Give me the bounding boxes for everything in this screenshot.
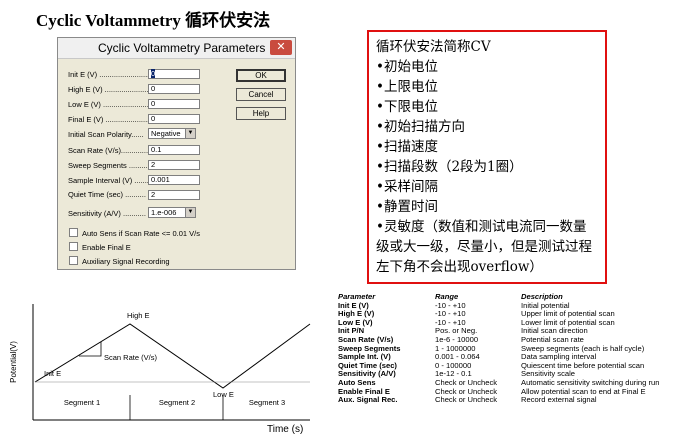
scan-rate-input[interactable]: 0.1: [148, 145, 200, 155]
sensitivity-label: Sensitivity (A/V) ...........: [68, 209, 146, 218]
sensitivity-select[interactable]: 1.e-006 ▼: [148, 207, 196, 218]
final-e-label: Final E (V) .........................: [68, 115, 158, 124]
note-item: •下限电位: [376, 99, 438, 115]
page-title: Cyclic Voltammetry 循环伏安法: [36, 11, 271, 30]
notes-box: 循环伏安法简称CV •初始电位 •上限电位 •下限电位 •初始扫描方向 •扫描速…: [367, 30, 607, 284]
help-button[interactable]: Help: [236, 107, 286, 120]
sample-interval-input[interactable]: 0.001: [148, 175, 200, 185]
note-item: •扫描段数（2段为1圈）: [376, 159, 523, 175]
sample-interval-label: Sample Interval (V) .......: [68, 176, 149, 185]
low-e-input[interactable]: 0: [148, 99, 200, 109]
segment-2-label: Segment 2: [159, 398, 195, 407]
polarity-label: Initial Scan Polarity......: [68, 130, 144, 139]
potential-time-diagram: Potential(V) High E Init E Low E Scan Ra…: [9, 304, 311, 435]
quiet-time-label: Quiet Time (sec) ..........: [68, 190, 146, 199]
quiet-time-input[interactable]: 2: [148, 190, 200, 200]
sweep-segments-label: Sweep Segments ............: [68, 161, 154, 170]
note-item: •采样间隔: [376, 179, 438, 195]
aux-signal-checkbox[interactable]: Auxiliary Signal Recording: [69, 256, 170, 266]
ok-button[interactable]: OK: [236, 69, 286, 82]
segment-3-label: Segment 3: [249, 398, 285, 407]
cv-parameters-dialog: Cyclic Voltammetry Parameters ✕ Init E (…: [57, 37, 296, 270]
segment-1-label: Segment 1: [64, 398, 100, 407]
init-e-label: Init E (V) ..........................: [68, 70, 154, 79]
high-e-input[interactable]: 0: [148, 84, 200, 94]
polarity-select[interactable]: Negative ▼: [148, 128, 196, 139]
y-axis-label: Potential(V): [9, 341, 18, 383]
low-e-label: Low E: [213, 390, 234, 399]
init-e-input[interactable]: 0: [148, 69, 200, 79]
scan-rate-label: Scan Rate (V/s).............: [68, 146, 149, 155]
high-e-label: High E: [127, 311, 150, 320]
sweep-segments-input[interactable]: 2: [148, 160, 200, 170]
auto-sens-checkbox[interactable]: Auto Sens if Scan Rate <= 0.01 V/s: [69, 228, 200, 238]
note-item: •灵敏度（数值和测试电流同一数量级或大一级，尽量小，但是测试过程左下角不会出现o…: [376, 219, 592, 275]
note-item: •初始电位: [376, 59, 438, 75]
x-axis-label: Time (s): [267, 424, 303, 435]
init-e-label: Init E: [44, 369, 61, 378]
note-item: •上限电位: [376, 79, 438, 95]
chevron-down-icon: ▼: [185, 129, 195, 138]
dialog-title: Cyclic Voltammetry Parameters: [98, 41, 266, 55]
close-icon[interactable]: ✕: [270, 40, 292, 55]
note-item: •初始扫描方向: [376, 119, 465, 135]
note-item: •扫描速度: [376, 139, 438, 155]
note-item: •静置时间: [376, 199, 438, 215]
notes-title: 循环伏安法简称CV: [376, 39, 491, 55]
potential-waveform: [34, 323, 311, 389]
low-e-label: Low E (V) ..........................: [68, 100, 158, 109]
scan-rate-label: Scan Rate (V/s): [104, 353, 157, 362]
final-e-input[interactable]: 0: [148, 114, 200, 124]
chevron-down-icon: ▼: [185, 208, 195, 217]
dialog-titlebar[interactable]: Cyclic Voltammetry Parameters ✕: [58, 38, 295, 59]
cancel-button[interactable]: Cancel: [236, 88, 286, 101]
high-e-label: High E (V) .........................: [68, 85, 157, 94]
enable-final-e-checkbox[interactable]: Enable Final E: [69, 242, 131, 252]
